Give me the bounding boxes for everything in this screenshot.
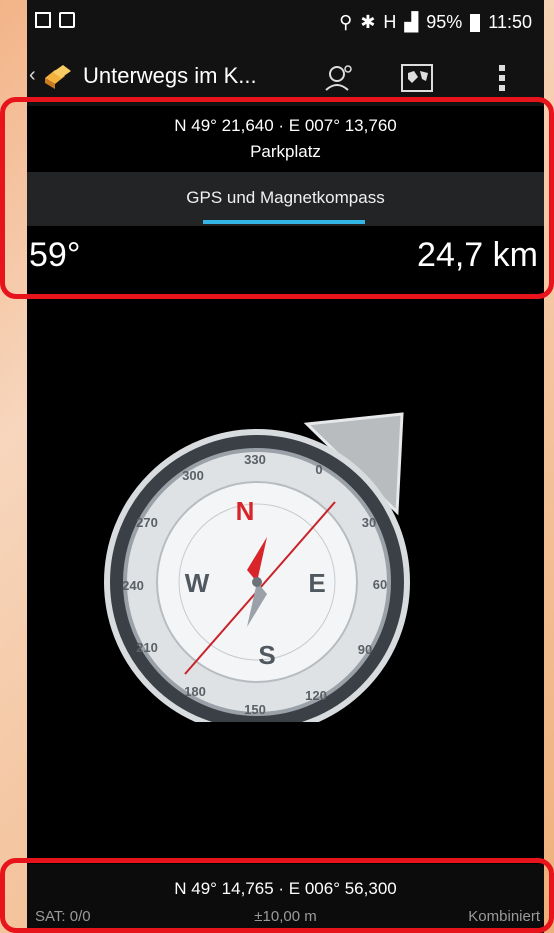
bezel-label: 120 (305, 688, 327, 703)
cardinal-south: S (258, 640, 275, 670)
map-icon[interactable] (397, 58, 437, 98)
bezel-label: 210 (136, 640, 158, 655)
bezel-label: 270 (136, 515, 158, 530)
cardinal-west: W (185, 568, 210, 598)
location-icon: ⚲ (339, 12, 353, 32)
bezel-label: 150 (244, 702, 266, 717)
bezel-label: 30 (362, 515, 376, 530)
mail-notification-icon (59, 12, 75, 28)
bezel-label: 0 (315, 462, 322, 477)
compass-area: 0 30 60 90 120 150 180 210 240 270 300 3… (27, 292, 544, 864)
battery-icon (470, 13, 481, 32)
network-type: H (383, 12, 397, 32)
battery-percent: 95% (426, 12, 463, 32)
bezel-label: 90 (358, 642, 372, 657)
compass-dial: 0 30 60 90 120 150 180 210 240 270 300 3… (104, 412, 410, 722)
bezel-label: 300 (182, 468, 204, 483)
app-logo-icon[interactable] (43, 62, 73, 90)
cardinal-north: N (236, 496, 255, 526)
bezel-label: 330 (244, 452, 266, 467)
cardinal-east: E (308, 568, 325, 598)
screen-title: Unterwegs im K... (83, 63, 257, 88)
image-notification-icon (35, 12, 51, 28)
overflow-menu-icon[interactable] (482, 58, 522, 98)
highlight-frame-bottom (0, 858, 554, 933)
highlight-frame-top (0, 97, 554, 299)
back-chevron-icon[interactable]: ‹ (29, 64, 36, 87)
signal-icon: ▟ (404, 12, 419, 32)
bezel-label: 240 (122, 578, 144, 593)
clock: 11:50 (488, 12, 532, 32)
status-bar: ⚲ ✱ H ▟ 95% 11:50 (27, 0, 544, 50)
bezel-label: 180 (184, 684, 206, 699)
bluetooth-icon: ✱ (360, 12, 376, 32)
person-pin-icon[interactable] (319, 58, 359, 98)
bezel-label: 60 (373, 577, 387, 592)
